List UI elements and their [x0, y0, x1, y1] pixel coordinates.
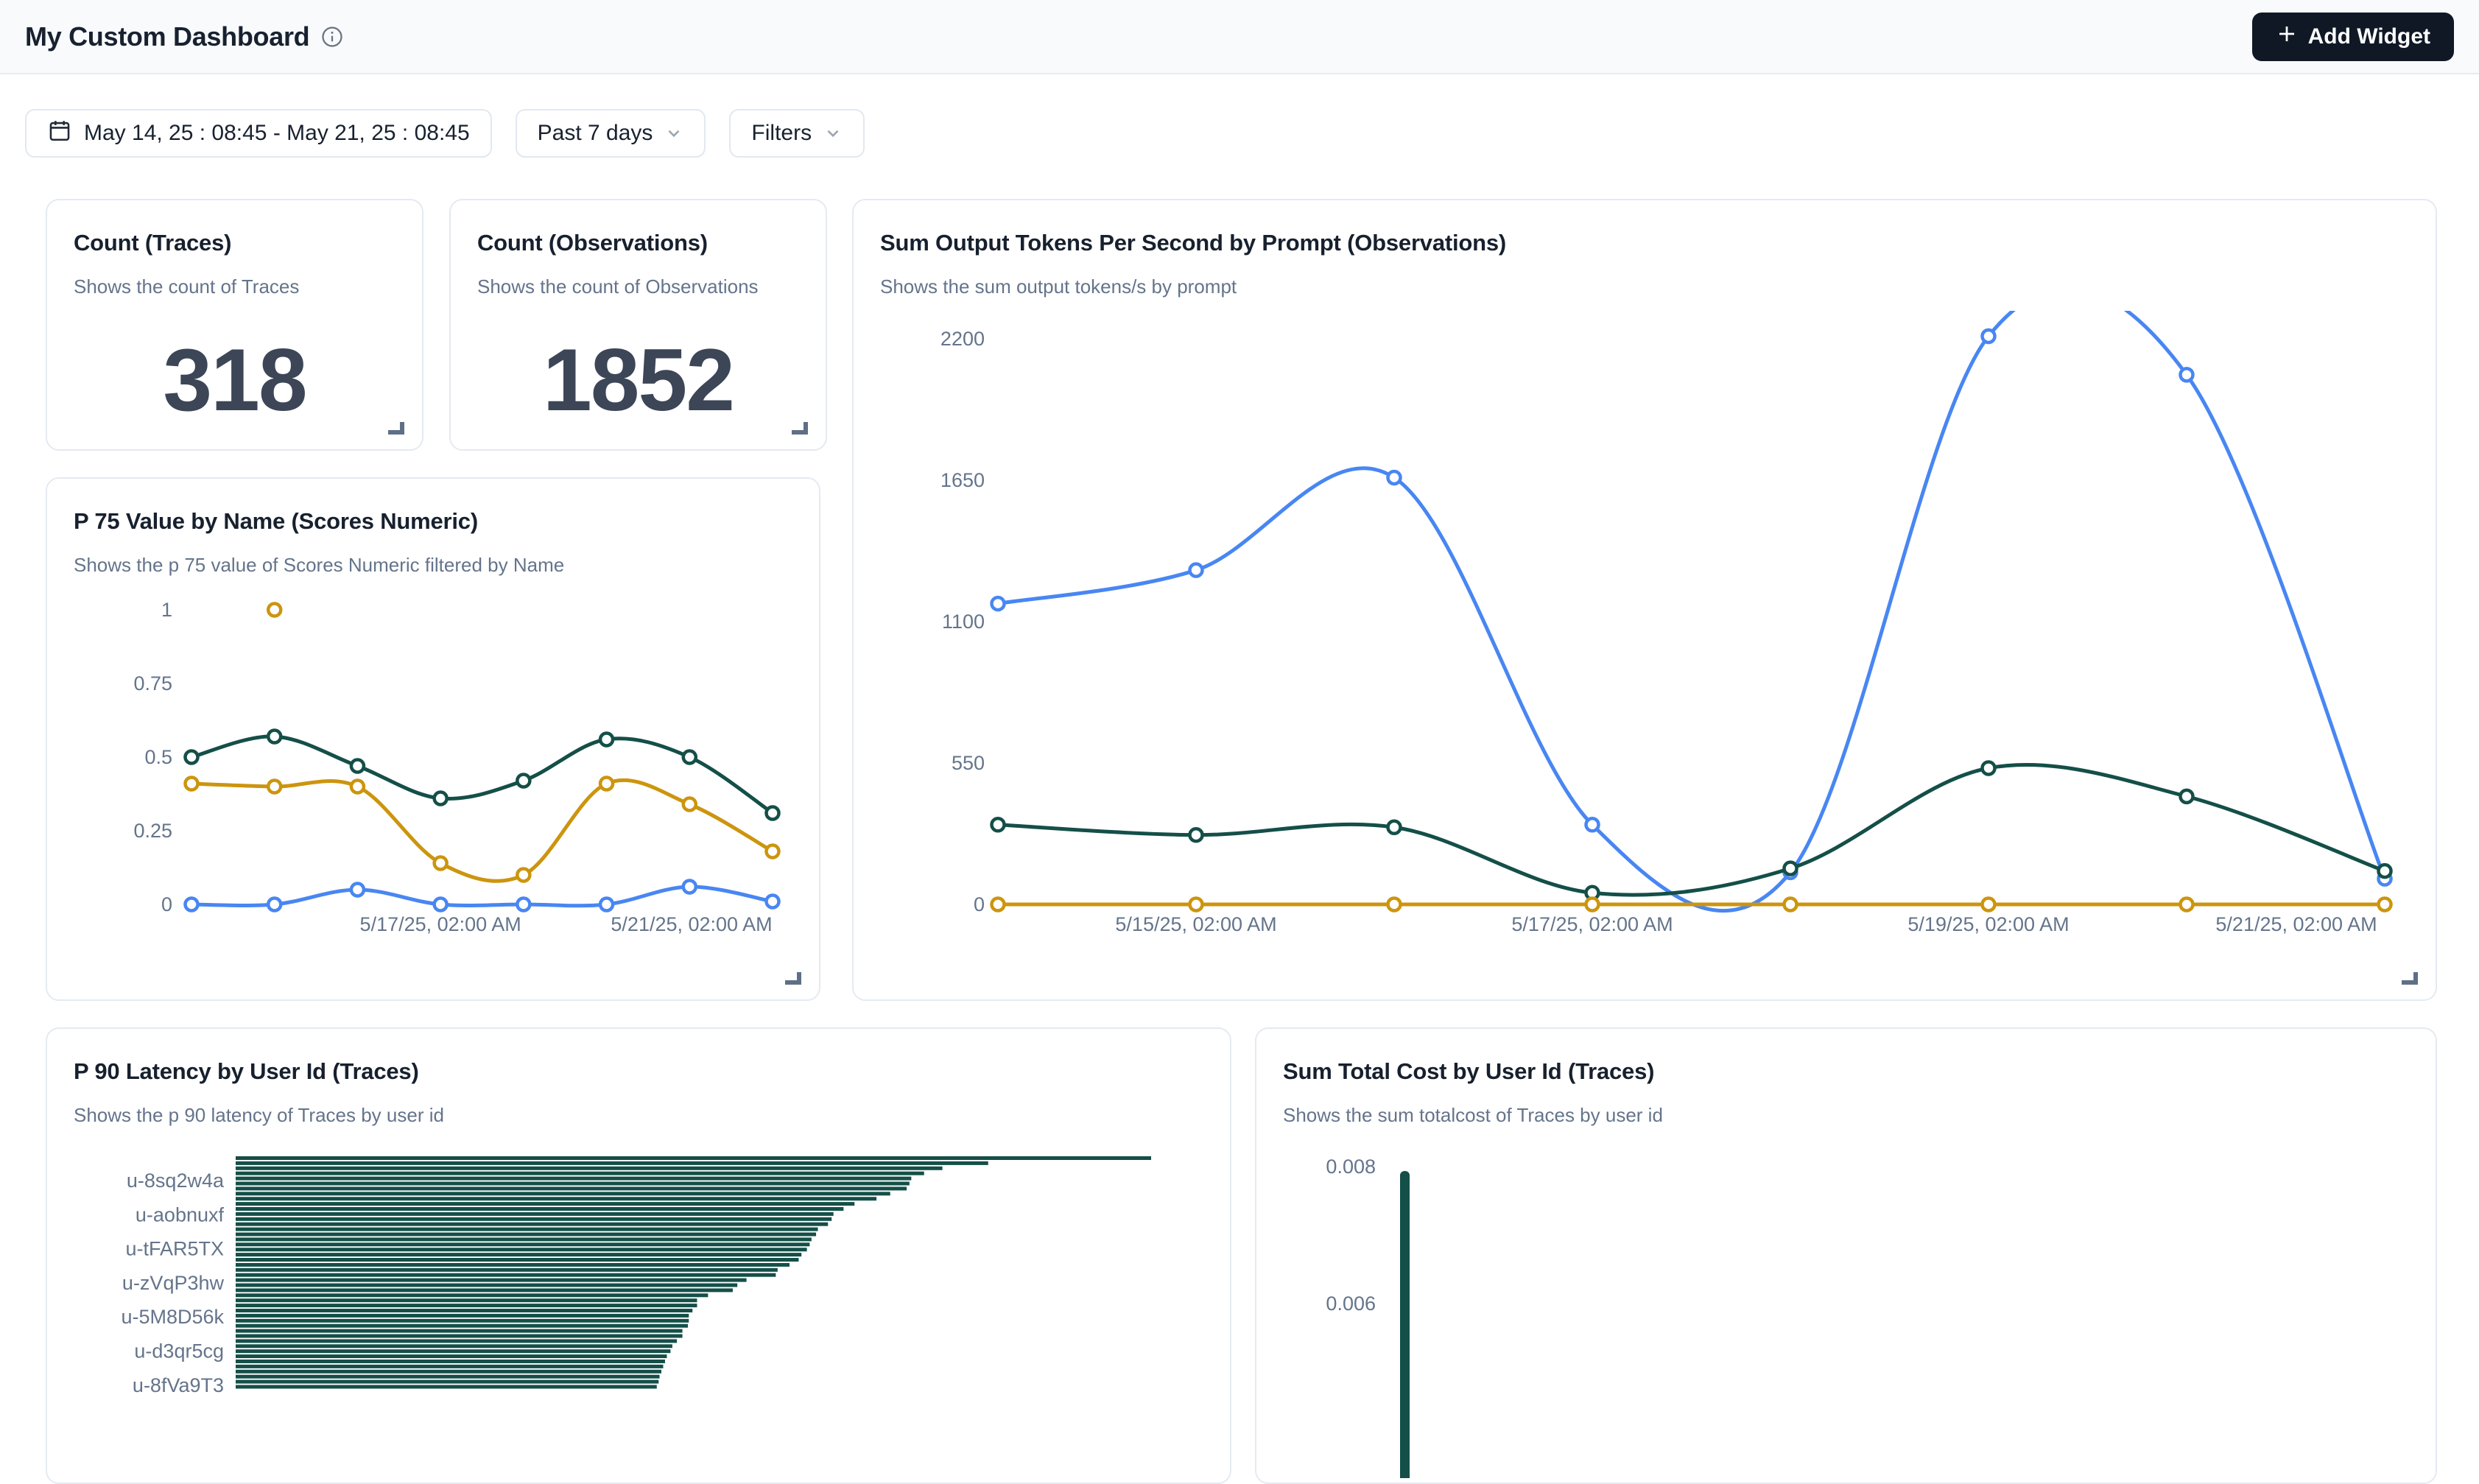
- card-title: Count (Traces): [47, 200, 422, 256]
- svg-text:5/21/25, 02:00 AM: 5/21/25, 02:00 AM: [611, 913, 772, 935]
- svg-text:550: 550: [952, 752, 985, 774]
- card-subtitle: Shows the count of Observations: [451, 256, 826, 298]
- filters-label: Filters: [751, 121, 812, 146]
- svg-text:0.5: 0.5: [144, 746, 172, 768]
- card-title: P 90 Latency by User Id (Traces): [47, 1029, 1230, 1085]
- date-range-picker[interactable]: May 14, 25 : 08:45 - May 21, 25 : 08:45: [25, 109, 492, 158]
- svg-text:u-5M8D56k: u-5M8D56k: [121, 1306, 224, 1328]
- card-title: Sum Total Cost by User Id (Traces): [1256, 1029, 2436, 1085]
- p75-line-chart[interactable]: 0 0.25 0.5 0.75 1 5/17/25, 02:00 AM 5/21/25, 0…: [47, 589, 822, 1002]
- svg-text:5/21/25, 02:00 AM: 5/21/25, 02:00 AM: [2215, 913, 2377, 935]
- svg-text:0.75: 0.75: [133, 672, 172, 694]
- svg-text:5/17/25, 02:00 AM: 5/17/25, 02:00 AM: [1511, 913, 1673, 935]
- svg-text:u-8sq2w4a: u-8sq2w4a: [127, 1170, 225, 1192]
- svg-text:5/19/25, 02:00 AM: 5/19/25, 02:00 AM: [1907, 913, 2069, 935]
- card-tokens-chart: Sum Output Tokens Per Second by Prompt (…: [852, 199, 2437, 1001]
- card-p90-chart: P 90 Latency by User Id (Traces) Shows t…: [46, 1027, 1231, 1484]
- card-title: P 75 Value by Name (Scores Numeric): [47, 479, 819, 535]
- card-title: Count (Observations): [451, 200, 826, 256]
- svg-text:u-aobnuxf: u-aobnuxf: [136, 1203, 225, 1225]
- card-subtitle: Shows the count of Traces: [47, 256, 422, 298]
- svg-text:u-tFAR5TX: u-tFAR5TX: [125, 1238, 224, 1260]
- card-count-observations: Count (Observations) Shows the count of …: [449, 199, 827, 451]
- svg-text:1650: 1650: [940, 469, 985, 491]
- filter-toolbar: May 14, 25 : 08:45 - May 21, 25 : 08:45 …: [25, 109, 865, 158]
- date-range-label: May 14, 25 : 08:45 - May 21, 25 : 08:45: [84, 121, 470, 146]
- svg-text:1100: 1100: [942, 611, 985, 633]
- card-p75-chart: P 75 Value by Name (Scores Numeric) Show…: [46, 477, 820, 1001]
- svg-text:1: 1: [161, 599, 172, 621]
- dashboard-page: { "header": { "title": "My Custom Dashbo…: [0, 0, 2479, 1385]
- chevron-down-icon: [664, 124, 683, 143]
- resize-handle[interactable]: [388, 422, 404, 435]
- svg-text:u-8fVa9T3: u-8fVa9T3: [133, 1374, 224, 1396]
- card-subtitle: Shows the p 90 latency of Traces by user…: [47, 1085, 1230, 1127]
- calendar-icon: [47, 118, 72, 149]
- svg-text:0.008: 0.008: [1326, 1156, 1376, 1178]
- svg-text:0.25: 0.25: [133, 820, 172, 842]
- info-icon[interactable]: [321, 26, 343, 48]
- card-cost-chart: Sum Total Cost by User Id (Traces) Shows…: [1255, 1027, 2437, 1484]
- p90-bar-chart[interactable]: u-8sq2w4a u-aobnuxf u-tFAR5TX u-zVqP3hw u-5M…: [47, 1139, 1233, 1478]
- add-widget-label: Add Widget: [2308, 24, 2430, 49]
- svg-text:0: 0: [161, 893, 172, 915]
- page-title: My Custom Dashboard: [25, 21, 309, 52]
- plus-icon: [2276, 23, 2298, 51]
- count-observations-value: 1852: [451, 311, 826, 449]
- tokens-line-chart[interactable]: 0 550 1100 1650 2200 5/15/25, 02:00 AM 5/17/25…: [854, 311, 2438, 981]
- card-subtitle: Shows the sum totalcost of Traces by use…: [1256, 1085, 2436, 1127]
- resize-handle[interactable]: [785, 972, 801, 985]
- add-widget-button[interactable]: Add Widget: [2252, 13, 2454, 61]
- count-traces-value: 318: [47, 311, 422, 449]
- card-title: Sum Output Tokens Per Second by Prompt (…: [854, 200, 2436, 256]
- resize-handle[interactable]: [792, 422, 808, 435]
- svg-text:0: 0: [974, 893, 985, 915]
- card-count-traces: Count (Traces) Shows the count of Traces…: [46, 199, 423, 451]
- svg-text:u-d3qr5cg: u-d3qr5cg: [134, 1340, 224, 1362]
- svg-text:5/15/25, 02:00 AM: 5/15/25, 02:00 AM: [1115, 913, 1276, 935]
- filters-dropdown[interactable]: Filters: [729, 109, 865, 158]
- cost-bar-chart[interactable]: 0.008 0.006: [1256, 1139, 2438, 1478]
- page-header: My Custom Dashboard Add Widget: [0, 0, 2479, 74]
- svg-text:u-zVqP3hw: u-zVqP3hw: [122, 1272, 225, 1294]
- card-subtitle: Shows the p 75 value of Scores Numeric f…: [47, 535, 819, 577]
- chevron-down-icon: [823, 124, 843, 143]
- resize-handle[interactable]: [2402, 972, 2418, 985]
- svg-text:5/17/25, 02:00 AM: 5/17/25, 02:00 AM: [360, 913, 521, 935]
- date-preset-label: Past 7 days: [538, 121, 653, 146]
- card-subtitle: Shows the sum output tokens/s by prompt: [854, 256, 2436, 298]
- svg-text:2200: 2200: [940, 328, 985, 350]
- date-preset-dropdown[interactable]: Past 7 days: [516, 109, 706, 158]
- svg-text:0.006: 0.006: [1326, 1293, 1376, 1315]
